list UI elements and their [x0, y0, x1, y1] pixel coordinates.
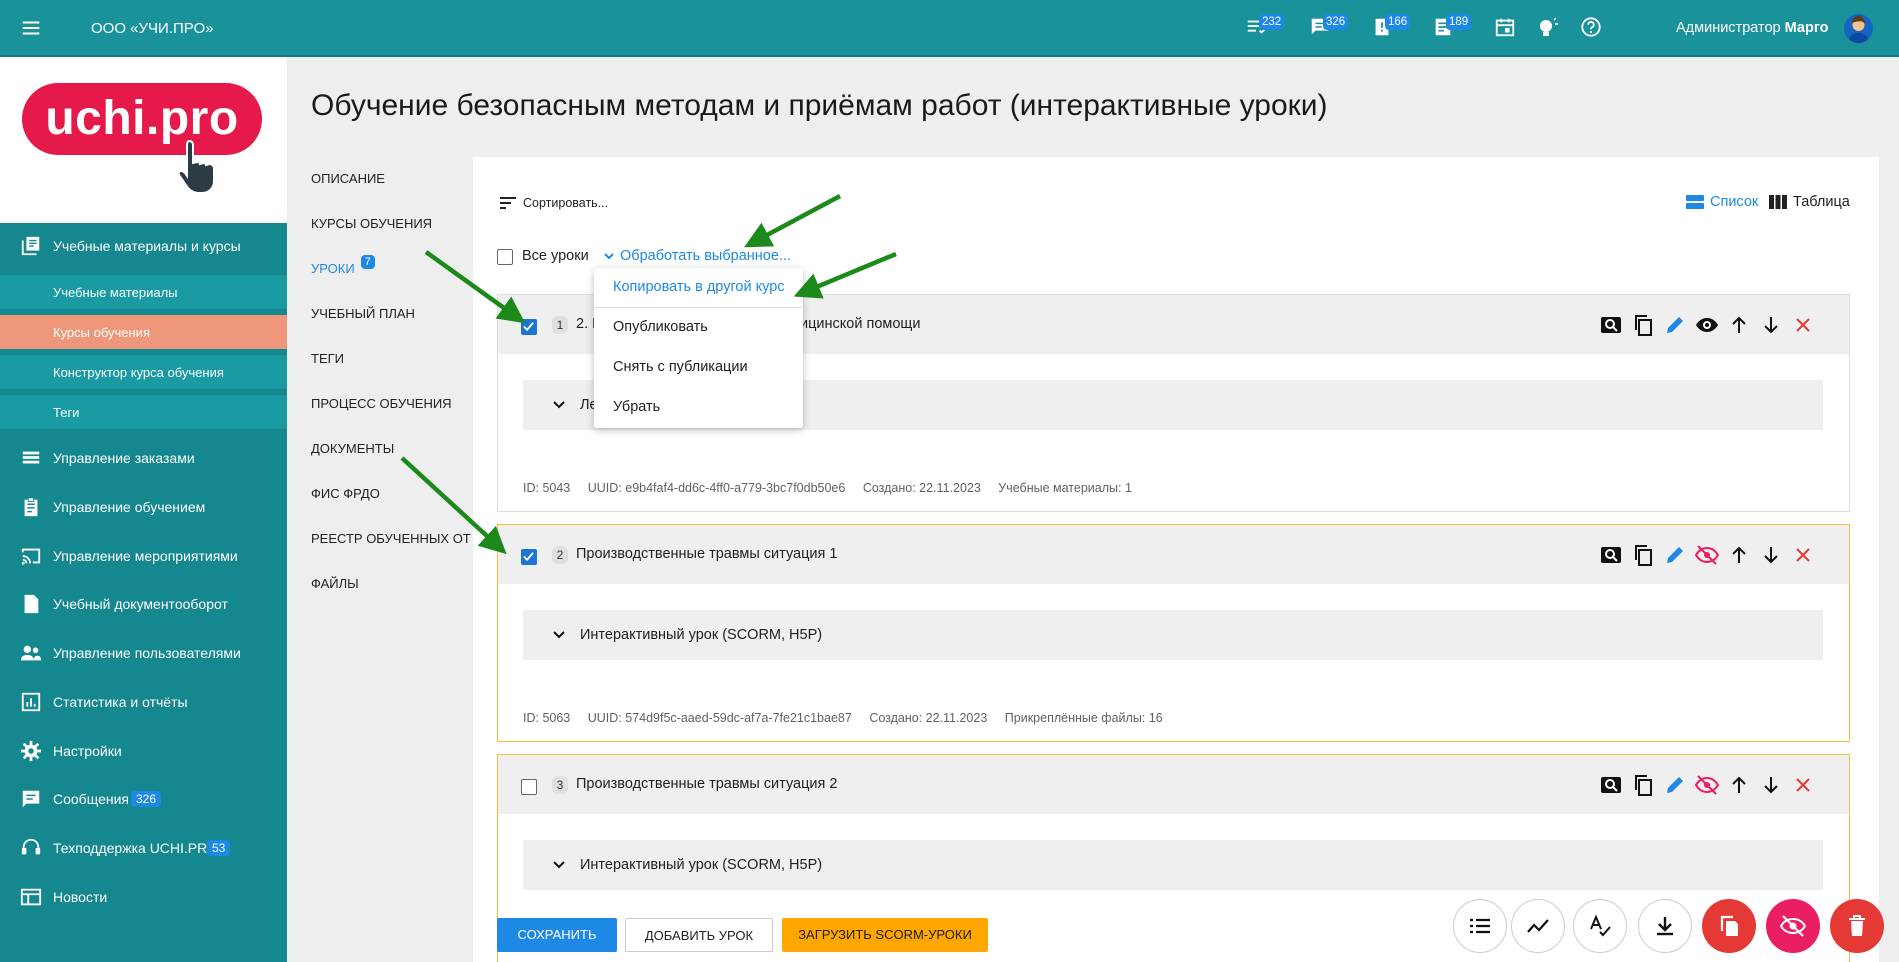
arrow-to-process-dropdown: [744, 194, 842, 248]
arrow-to-checkbox-1: [424, 250, 526, 324]
annotation-arrows: [400, 194, 897, 555]
arrow-to-copy-item: [793, 251, 897, 299]
arrow-to-checkbox-2: [400, 456, 507, 555]
